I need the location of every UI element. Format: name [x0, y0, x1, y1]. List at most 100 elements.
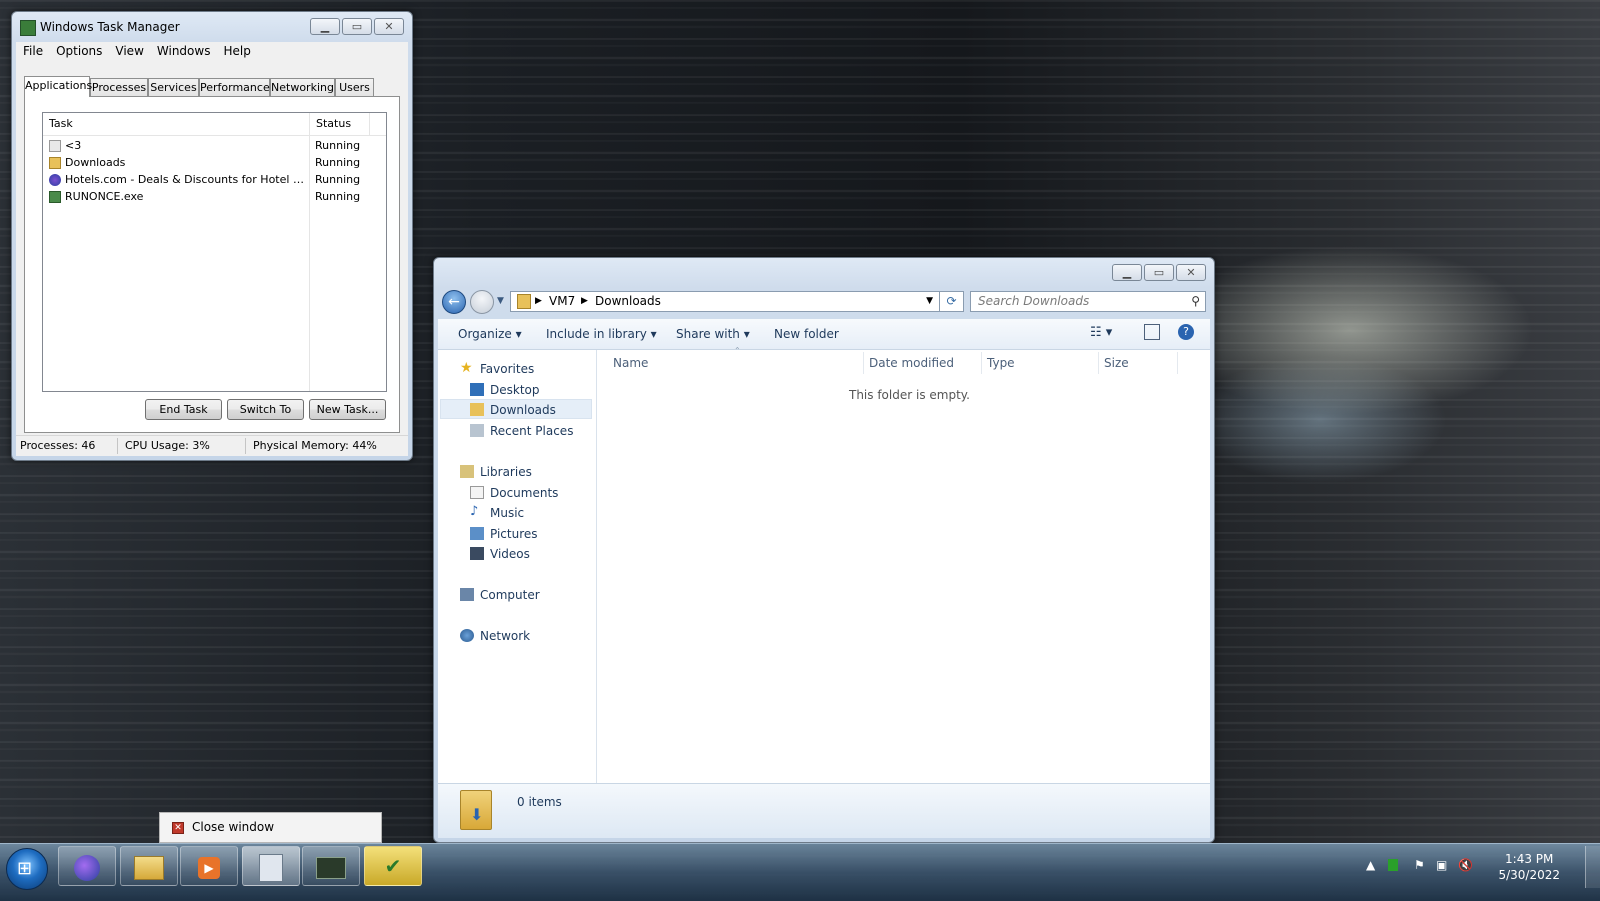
menu-help[interactable]: Help: [216, 42, 256, 58]
menu-options[interactable]: Options: [49, 42, 108, 58]
change-view-icon[interactable]: ☷ ▾: [1090, 325, 1112, 340]
taskbar-task-manager[interactable]: [302, 846, 360, 886]
downloads-folder-icon: [470, 403, 484, 416]
nav-libraries[interactable]: Libraries: [460, 463, 532, 481]
file-list[interactable]: Name ⌃ Date modified Type Size This fold…: [597, 346, 1210, 784]
media-player-icon: ▶: [198, 856, 220, 879]
maximize-button[interactable]: ▭: [342, 18, 372, 35]
breadcrumb-chevron-icon[interactable]: ▶: [535, 296, 542, 306]
close-button[interactable]: ✕: [374, 18, 404, 35]
taskbar-firefox[interactable]: [58, 846, 116, 886]
include-in-library-button[interactable]: Include in library ▾: [546, 327, 657, 341]
maximize-button[interactable]: ▭: [1144, 264, 1174, 281]
tab-applications[interactable]: Applications: [24, 76, 92, 97]
window-title: Windows Task Manager: [40, 20, 180, 34]
breadcrumb-vm7[interactable]: VM7: [549, 294, 575, 308]
menu-windows[interactable]: Windows: [150, 42, 217, 58]
taskbar-explorer[interactable]: [120, 846, 178, 886]
column-status[interactable]: Status: [310, 113, 370, 135]
documents-icon: [470, 486, 484, 499]
cpu-usage: CPU Usage: 3%: [125, 439, 210, 452]
recent-pages-dropdown-icon[interactable]: ▼: [497, 296, 504, 306]
nav-desktop[interactable]: Desktop: [470, 381, 540, 399]
show-desktop-button[interactable]: [1585, 846, 1600, 888]
network-status-icon[interactable]: ▣: [1436, 858, 1447, 872]
start-button[interactable]: ⊞: [6, 848, 48, 890]
volume-muted-icon[interactable]: 🔇: [1458, 858, 1473, 872]
tab-processes[interactable]: Processes: [90, 78, 148, 96]
organize-button[interactable]: Organize ▾: [458, 327, 522, 341]
task-manager-titlebar[interactable]: Windows Task Manager ▁ ▭ ✕: [12, 12, 412, 42]
breadcrumb-chevron-icon[interactable]: ▶: [581, 296, 588, 306]
include-label: Include in library: [546, 327, 647, 341]
column-size[interactable]: Size: [1104, 356, 1129, 370]
action-center-flag-icon[interactable]: ⚑: [1414, 858, 1425, 872]
back-arrow-icon[interactable]: ←: [442, 290, 466, 314]
tab-users[interactable]: Users: [335, 78, 374, 96]
task-status: Running: [315, 190, 361, 203]
tab-services[interactable]: Services: [148, 78, 199, 96]
desktop-icon: [470, 383, 484, 396]
task-manager-body: Applications Processes Services Performa…: [16, 62, 408, 456]
nav-videos[interactable]: Videos: [470, 545, 530, 563]
nav-pictures[interactable]: Pictures: [470, 525, 538, 543]
task-list[interactable]: Task Status <3 Running Downloads Running…: [42, 112, 387, 392]
new-task-button[interactable]: New Task...: [309, 399, 386, 420]
taskbar-runonce[interactable]: [242, 846, 300, 886]
nav-network[interactable]: Network: [460, 627, 530, 645]
task-name: Hotels.com - Deals & Discounts for Hotel…: [65, 173, 308, 186]
videos-icon: [470, 547, 484, 560]
nav-downloads[interactable]: Downloads: [470, 401, 556, 419]
music-icon: ♪: [470, 504, 479, 519]
system-tray: ▲ ⚑ ▣ 🔇 1:43 PM 5/30/2022: [1360, 846, 1600, 888]
nav-music[interactable]: ♪ Music: [470, 504, 524, 522]
end-task-button[interactable]: End Task: [145, 399, 222, 420]
preview-pane-icon[interactable]: [1144, 324, 1160, 340]
task-row[interactable]: Downloads Running: [43, 155, 386, 171]
nav-libraries-label: Libraries: [480, 465, 532, 479]
search-input[interactable]: Search Downloads ⚲: [970, 291, 1206, 312]
help-icon[interactable]: ?: [1178, 324, 1194, 340]
minimize-button[interactable]: ▁: [310, 18, 340, 35]
task-row[interactable]: <3 Running: [43, 138, 386, 154]
nav-computer[interactable]: Computer: [460, 586, 540, 604]
show-hidden-icons-icon[interactable]: ▲: [1366, 858, 1375, 872]
task-status: Running: [315, 156, 361, 169]
breadcrumb-downloads[interactable]: Downloads: [595, 294, 661, 308]
new-folder-button[interactable]: New folder: [774, 327, 839, 341]
switch-to-button[interactable]: Switch To: [227, 399, 304, 420]
column-task[interactable]: Task: [43, 113, 310, 135]
clock[interactable]: 1:43 PM 5/30/2022: [1498, 851, 1560, 883]
share-with-button[interactable]: Share with ▾: [676, 327, 750, 341]
column-name[interactable]: Name: [613, 356, 648, 370]
column-date-modified[interactable]: Date modified: [869, 356, 954, 370]
menu-view[interactable]: View: [108, 42, 149, 58]
task-row[interactable]: RUNONCE.exe Running: [43, 189, 386, 205]
close-button[interactable]: ✕: [1176, 264, 1206, 281]
sort-ascending-icon: ⌃: [734, 346, 741, 355]
minimize-button[interactable]: ▁: [1112, 264, 1142, 281]
tab-networking[interactable]: Networking: [270, 78, 335, 96]
taskbar-app-highlighted[interactable]: ✔: [364, 846, 422, 886]
status-separator: [245, 438, 246, 454]
nav-recent-places[interactable]: Recent Places: [470, 422, 573, 440]
nav-favorites[interactable]: ★ Favorites: [460, 360, 534, 378]
address-bar[interactable]: ▶ VM7 ▶ Downloads ▼: [510, 291, 940, 312]
search-icon[interactable]: ⚲: [1191, 294, 1200, 308]
app-tray-icon[interactable]: [1388, 859, 1398, 871]
forward-arrow-icon[interactable]: [470, 290, 494, 314]
task-row[interactable]: Hotels.com - Deals & Discounts for Hotel…: [43, 172, 386, 188]
task-manager-icon: [316, 856, 346, 879]
explorer-titlebar[interactable]: ▁ ▭ ✕: [434, 258, 1214, 288]
task-name: <3: [65, 139, 82, 152]
close-window-item[interactable]: Close window: [192, 820, 274, 834]
column-type[interactable]: Type: [987, 356, 1015, 370]
menu-bar: File Options View Windows Help: [16, 42, 408, 62]
menu-file[interactable]: File: [16, 42, 49, 58]
nav-documents[interactable]: Documents: [470, 484, 558, 502]
taskbar-media-player[interactable]: ▶: [180, 846, 238, 886]
address-dropdown-icon[interactable]: ▼: [926, 296, 933, 306]
refresh-icon[interactable]: ⟳: [940, 291, 964, 312]
tab-performance[interactable]: Performance: [199, 78, 270, 96]
network-icon: [460, 629, 474, 642]
